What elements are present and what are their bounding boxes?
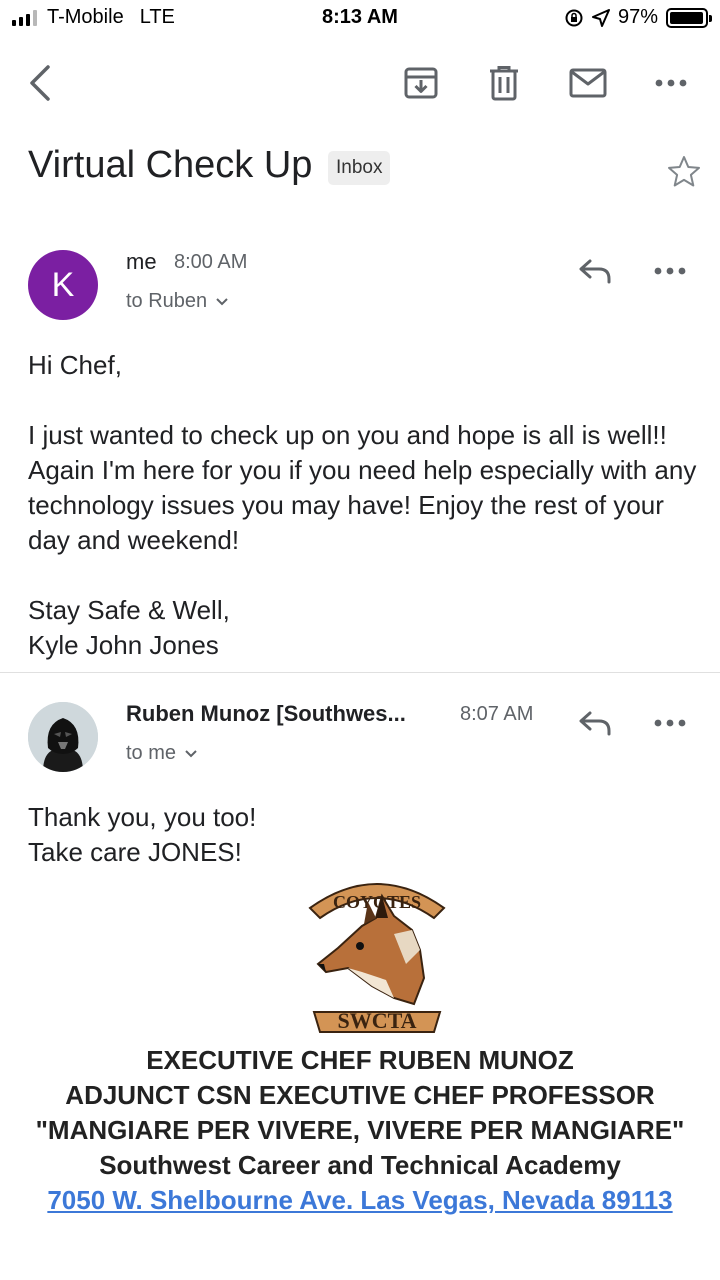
- recipient-label: to Ruben: [126, 290, 208, 312]
- back-button[interactable]: [12, 50, 68, 116]
- signature-line: Southwest Career and Technical Academy: [99, 1150, 621, 1180]
- more-icon: [655, 79, 687, 87]
- logo-top-text: COYOTES: [333, 892, 421, 912]
- sender-name[interactable]: me: [126, 249, 157, 275]
- toolbar: [0, 50, 720, 120]
- signature-line: ADJUNCT CSN EXECUTIVE CHEF PROFESSOR: [65, 1080, 655, 1110]
- chevron-down-icon: [185, 749, 197, 757]
- message-more-button[interactable]: [645, 246, 695, 296]
- reply-button[interactable]: [570, 698, 620, 748]
- avatar[interactable]: [28, 702, 98, 772]
- battery-percent: 97%: [617, 6, 658, 28]
- avatar-letter: K: [51, 265, 75, 304]
- message-body: Hi Chef, I just wanted to check up on yo…: [28, 348, 698, 663]
- address-link[interactable]: 7050 W. Shelbourne Ave. Las Vegas, Nevad…: [20, 1183, 700, 1218]
- recipient-line[interactable]: to me: [126, 742, 198, 765]
- inbox-label[interactable]: Inbox: [328, 151, 391, 185]
- rotation-lock-icon: [565, 9, 583, 26]
- avatar[interactable]: K: [28, 250, 98, 320]
- message-body: Thank you, you too! Take care JONES!: [28, 800, 698, 870]
- reply-icon: [579, 259, 611, 284]
- body-greeting: Hi Chef,: [28, 350, 122, 380]
- subject-row: Virtual Check Up Inbox: [28, 140, 708, 210]
- message-time: 8:07 AM: [460, 703, 534, 725]
- back-arrow-icon: [30, 65, 50, 101]
- trash-icon: [490, 66, 518, 101]
- message-more-button[interactable]: [645, 698, 695, 748]
- avatar-image: [28, 702, 98, 772]
- star-icon: [668, 156, 700, 187]
- body-closing: Stay Safe & Well,: [28, 595, 230, 625]
- status-bar: T-Mobile LTE 8:13 AM 97%: [0, 0, 720, 38]
- more-icon: [654, 719, 686, 727]
- mail-icon: [569, 68, 607, 98]
- more-icon: [654, 267, 686, 275]
- signature-line: "MANGIARE PER VIVERE, VIVERE PER MANGIAR…: [35, 1115, 685, 1145]
- email-signature: EXECUTIVE CHEF RUBEN MUNOZ ADJUNCT CSN E…: [20, 1043, 700, 1218]
- reply-icon: [579, 711, 611, 736]
- subject-title: Virtual Check Up: [28, 144, 313, 186]
- body-line: Take care JONES!: [28, 837, 242, 867]
- sender-name[interactable]: Ruben Munoz [Southwes...: [126, 701, 406, 727]
- chevron-down-icon: [216, 297, 228, 305]
- reply-button[interactable]: [570, 246, 620, 296]
- signature-line: EXECUTIVE CHEF RUBEN MUNOZ: [146, 1045, 574, 1075]
- logo-bottom-text: SWCTA: [337, 1008, 416, 1033]
- star-button[interactable]: [666, 154, 702, 195]
- recipient-line[interactable]: to Ruben: [126, 290, 229, 313]
- archive-button[interactable]: [393, 50, 449, 116]
- message-time: 8:00 AM: [174, 251, 248, 273]
- archive-icon: [404, 67, 438, 99]
- battery-icon: [666, 7, 712, 28]
- delete-button[interactable]: [476, 50, 532, 116]
- coyotes-logo: COYOTES SWCTA: [308, 883, 446, 1033]
- body-paragraph: I just wanted to check up on you and hop…: [28, 420, 697, 555]
- divider: [0, 672, 720, 673]
- body-signature: Kyle John Jones: [28, 630, 219, 660]
- more-options-button[interactable]: [643, 50, 699, 116]
- recipient-label: to me: [126, 742, 177, 764]
- location-icon: [591, 8, 610, 27]
- body-line: Thank you, you too!: [28, 802, 257, 832]
- mark-unread-button[interactable]: [560, 50, 616, 116]
